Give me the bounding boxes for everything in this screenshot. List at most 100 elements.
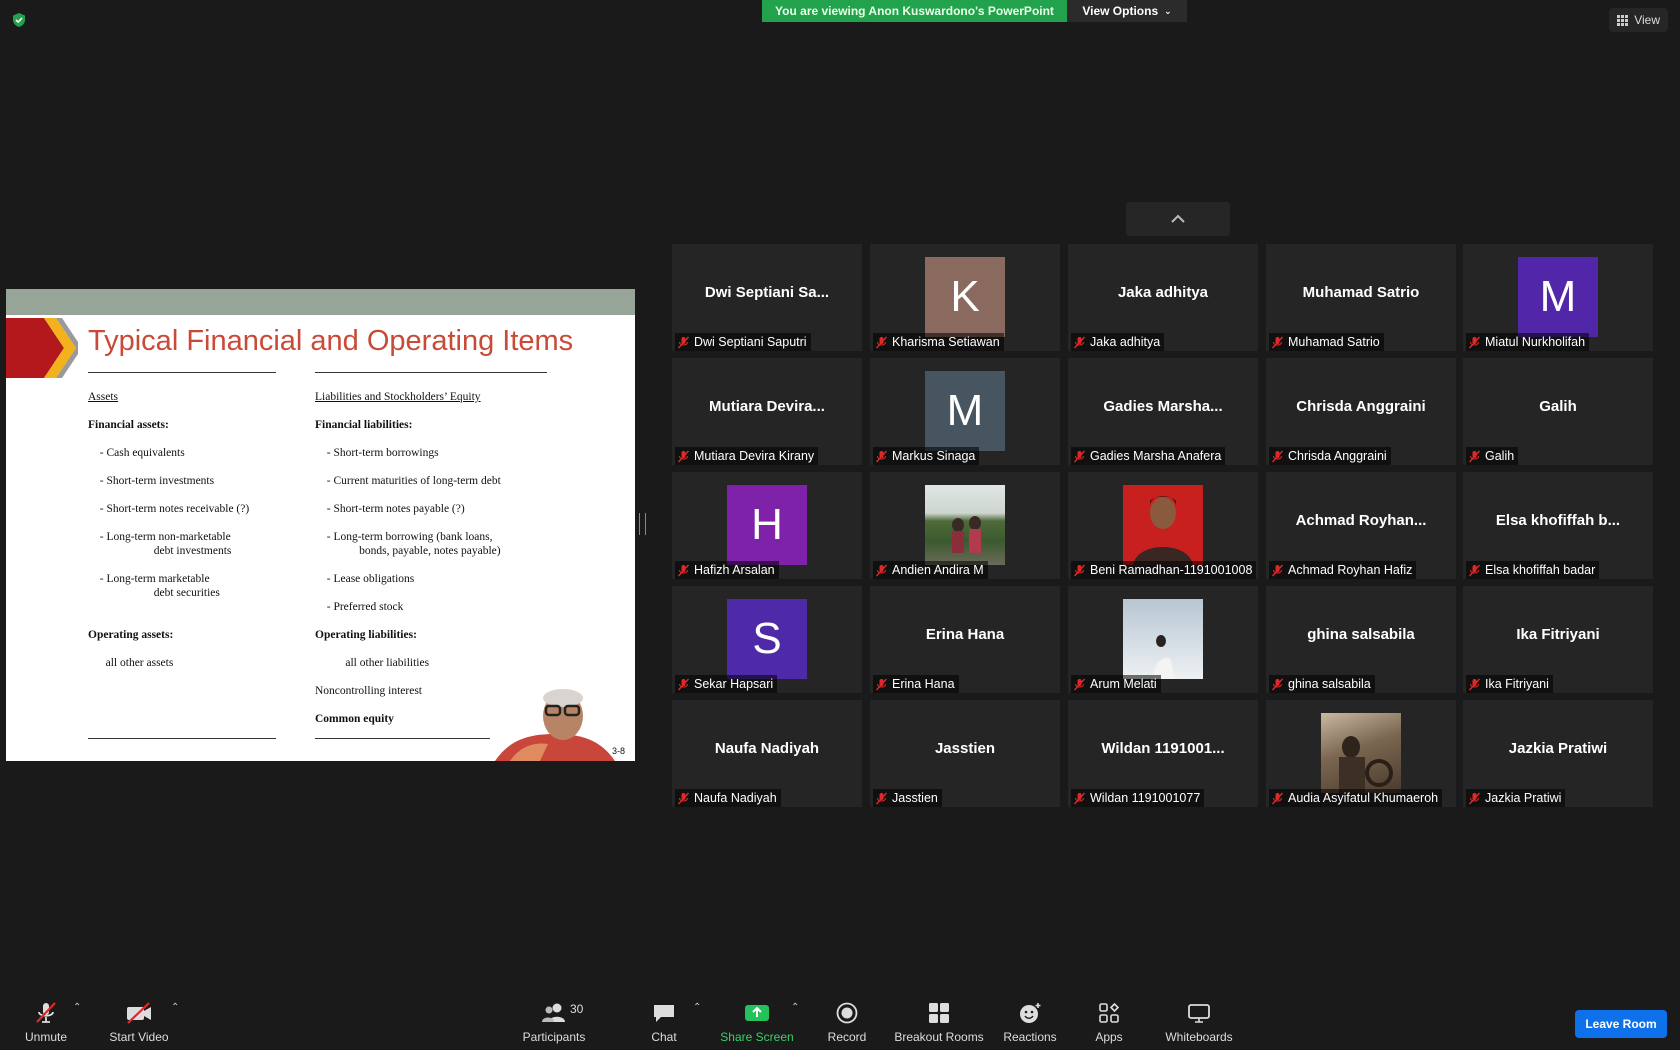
noncontrolling-interest: Noncontrolling interest bbox=[315, 685, 422, 697]
apps-button[interactable]: Apps bbox=[1090, 990, 1128, 1050]
unmute-button[interactable]: Unmute bbox=[16, 990, 76, 1050]
asset-item: debt securities bbox=[125, 587, 220, 599]
participant-tile[interactable]: Gadies Marsha... Gadies Marsha Anafera bbox=[1068, 358, 1258, 465]
record-button[interactable]: Record bbox=[820, 990, 874, 1050]
participant-display-name: Ika Fitriyani bbox=[1516, 626, 1600, 643]
microphone-muted-icon bbox=[1468, 450, 1481, 462]
unmute-label: Unmute bbox=[24, 1030, 68, 1044]
financial-liabilities-heading: Financial liabilities: bbox=[315, 419, 413, 431]
view-label: View bbox=[1634, 13, 1660, 27]
left-bottom-rule bbox=[88, 738, 276, 739]
chevron-logo-icon bbox=[6, 318, 78, 378]
participant-tile[interactable]: Muhamad Satrio Muhamad Satrio bbox=[1266, 244, 1456, 351]
participants-button[interactable]: Participants bbox=[516, 990, 592, 1050]
microphone-muted-icon bbox=[677, 564, 690, 576]
whiteboard-icon bbox=[1188, 1004, 1210, 1023]
view-options-button[interactable]: View Options ⌄ bbox=[1067, 0, 1187, 22]
microphone-muted-icon bbox=[875, 450, 888, 462]
whiteboards-button[interactable]: Whiteboards bbox=[1162, 990, 1236, 1050]
participant-name: Mutiara Devira Kirany bbox=[694, 449, 815, 463]
view-options-label: View Options bbox=[1082, 4, 1159, 18]
participant-name-tag: Ika Fitriyani bbox=[1466, 675, 1553, 693]
operating-liabilities-heading: Operating liabilities: bbox=[315, 629, 417, 641]
participant-tile[interactable]: Naufa Nadiyah Naufa Nadiyah bbox=[672, 700, 862, 807]
common-equity: Common equity bbox=[315, 713, 394, 725]
participant-name: Andien Andira M bbox=[892, 563, 984, 577]
participant-name-tag: Andien Andira M bbox=[873, 561, 988, 579]
share-screen-button[interactable]: Share Screen bbox=[719, 990, 795, 1050]
microphone-muted-icon bbox=[1271, 336, 1284, 348]
participant-tile[interactable]: S Sekar Hapsari bbox=[672, 586, 862, 693]
participant-name: Gadies Marsha Anafera bbox=[1090, 449, 1222, 463]
participant-display-name: Chrisda Anggraini bbox=[1296, 398, 1426, 415]
breakout-rooms-button[interactable]: Breakout Rooms bbox=[892, 990, 986, 1050]
participant-avatar: H bbox=[727, 485, 807, 565]
participant-tile[interactable]: Dwi Septiani Sa... Dwi Septiani Saputri bbox=[672, 244, 862, 351]
participant-display-name: Achmad Royhan... bbox=[1295, 512, 1427, 529]
participant-name: Sekar Hapsari bbox=[694, 677, 774, 691]
asset-item: - Short-term investments bbox=[94, 475, 215, 487]
view-button[interactable]: View bbox=[1609, 8, 1668, 32]
participant-display-name: ghina salsabila bbox=[1307, 626, 1415, 643]
participant-display-name: Jaka adhitya bbox=[1117, 284, 1209, 301]
participant-name: Audia Asyifatul Khumaeroh bbox=[1288, 791, 1439, 805]
smiley-plus-icon bbox=[1020, 1003, 1041, 1023]
reactions-button[interactable]: Reactions bbox=[1000, 990, 1060, 1050]
participant-tile[interactable]: M Miatul Nurkholifah bbox=[1463, 244, 1653, 351]
participant-tile[interactable]: Mutiara Devira... Mutiara Devira Kirany bbox=[672, 358, 862, 465]
liability-item: all other liabilities bbox=[331, 657, 430, 669]
gallery-page-up-button[interactable] bbox=[1126, 202, 1230, 236]
participant-tile[interactable]: Arum Melati bbox=[1068, 586, 1258, 693]
microphone-muted-icon bbox=[1271, 450, 1284, 462]
participant-name: Elsa khofiffah badar bbox=[1485, 563, 1596, 577]
participant-tile[interactable]: Beni Ramadhan-1191001008 bbox=[1068, 472, 1258, 579]
participant-display-name: Erina Hana bbox=[925, 626, 1005, 643]
slide-header-bar bbox=[6, 289, 635, 315]
participant-tile[interactable]: H Hafizh Arsalan bbox=[672, 472, 862, 579]
leave-room-button[interactable]: Leave Room bbox=[1575, 1010, 1667, 1038]
participant-name-tag: Erina Hana bbox=[873, 675, 959, 693]
participant-tile[interactable]: Wildan 1191001... Wildan 1191001077 bbox=[1068, 700, 1258, 807]
shared-slide[interactable]: Typical Financial and Operating Items As… bbox=[6, 289, 635, 761]
participant-tile[interactable]: Galih Galih bbox=[1463, 358, 1653, 465]
microphone-muted-icon bbox=[1271, 792, 1284, 804]
participant-tile[interactable]: Erina Hana Erina Hana bbox=[870, 586, 1060, 693]
grid-view-icon bbox=[1617, 14, 1629, 26]
participant-tile[interactable]: Achmad Royhan... Achmad Royhan Hafiz bbox=[1266, 472, 1456, 579]
microphone-muted-icon bbox=[1073, 564, 1086, 576]
participant-tile[interactable]: K Kharisma Setiawan bbox=[870, 244, 1060, 351]
participant-tile[interactable]: Elsa khofiffah b... Elsa khofiffah badar bbox=[1463, 472, 1653, 579]
participant-tile[interactable]: M Markus Sinaga bbox=[870, 358, 1060, 465]
microphone-muted-icon bbox=[875, 678, 888, 690]
microphone-muted-icon bbox=[677, 450, 690, 462]
avatar-initial: S bbox=[752, 614, 782, 663]
liability-item: - Long-term borrowing (bank loans, bbox=[321, 531, 493, 543]
audio-options-caret-icon[interactable]: ⌃ bbox=[73, 1002, 81, 1013]
right-bottom-rule bbox=[315, 738, 505, 739]
participant-name-tag: Jasstien bbox=[873, 789, 942, 807]
participant-tile[interactable]: Chrisda Anggraini Chrisda Anggraini bbox=[1266, 358, 1456, 465]
participant-tile[interactable]: Jasstien Jasstien bbox=[870, 700, 1060, 807]
encryption-shield-icon[interactable] bbox=[11, 12, 27, 28]
share-options-caret-icon[interactable]: ⌃ bbox=[791, 1002, 799, 1013]
participant-tile[interactable]: Jaka adhitya Jaka adhitya bbox=[1068, 244, 1258, 351]
participant-tile[interactable]: Jazkia Pratiwi Jazkia Pratiwi bbox=[1463, 700, 1653, 807]
participant-avatar: M bbox=[1518, 257, 1598, 337]
participant-display-name: Galih bbox=[1539, 398, 1577, 415]
split-view-resize-handle[interactable] bbox=[639, 513, 646, 535]
participant-tile[interactable]: Andien Andira M bbox=[870, 472, 1060, 579]
microphone-muted-icon bbox=[1073, 678, 1086, 690]
participant-tile[interactable]: Ika Fitriyani Ika Fitriyani bbox=[1463, 586, 1653, 693]
chat-label: Chat bbox=[651, 1030, 677, 1044]
participant-tile[interactable]: ghina salsabila ghina salsabila bbox=[1266, 586, 1456, 693]
liability-item: - Short-term notes payable (?) bbox=[321, 503, 465, 515]
chat-button[interactable]: Chat bbox=[642, 990, 686, 1050]
video-options-caret-icon[interactable]: ⌃ bbox=[171, 1002, 179, 1013]
start-video-button[interactable]: Start Video bbox=[102, 990, 176, 1050]
participant-name-tag: Hafizh Arsalan bbox=[675, 561, 779, 579]
participant-tile[interactable]: Audia Asyifatul Khumaeroh bbox=[1266, 700, 1456, 807]
photo-portrait-icon bbox=[1153, 635, 1175, 679]
participant-name: Muhamad Satrio bbox=[1288, 335, 1380, 349]
chat-options-caret-icon[interactable]: ⌃ bbox=[693, 1002, 701, 1013]
participant-name-tag: Jazkia Pratiwi bbox=[1466, 789, 1566, 807]
